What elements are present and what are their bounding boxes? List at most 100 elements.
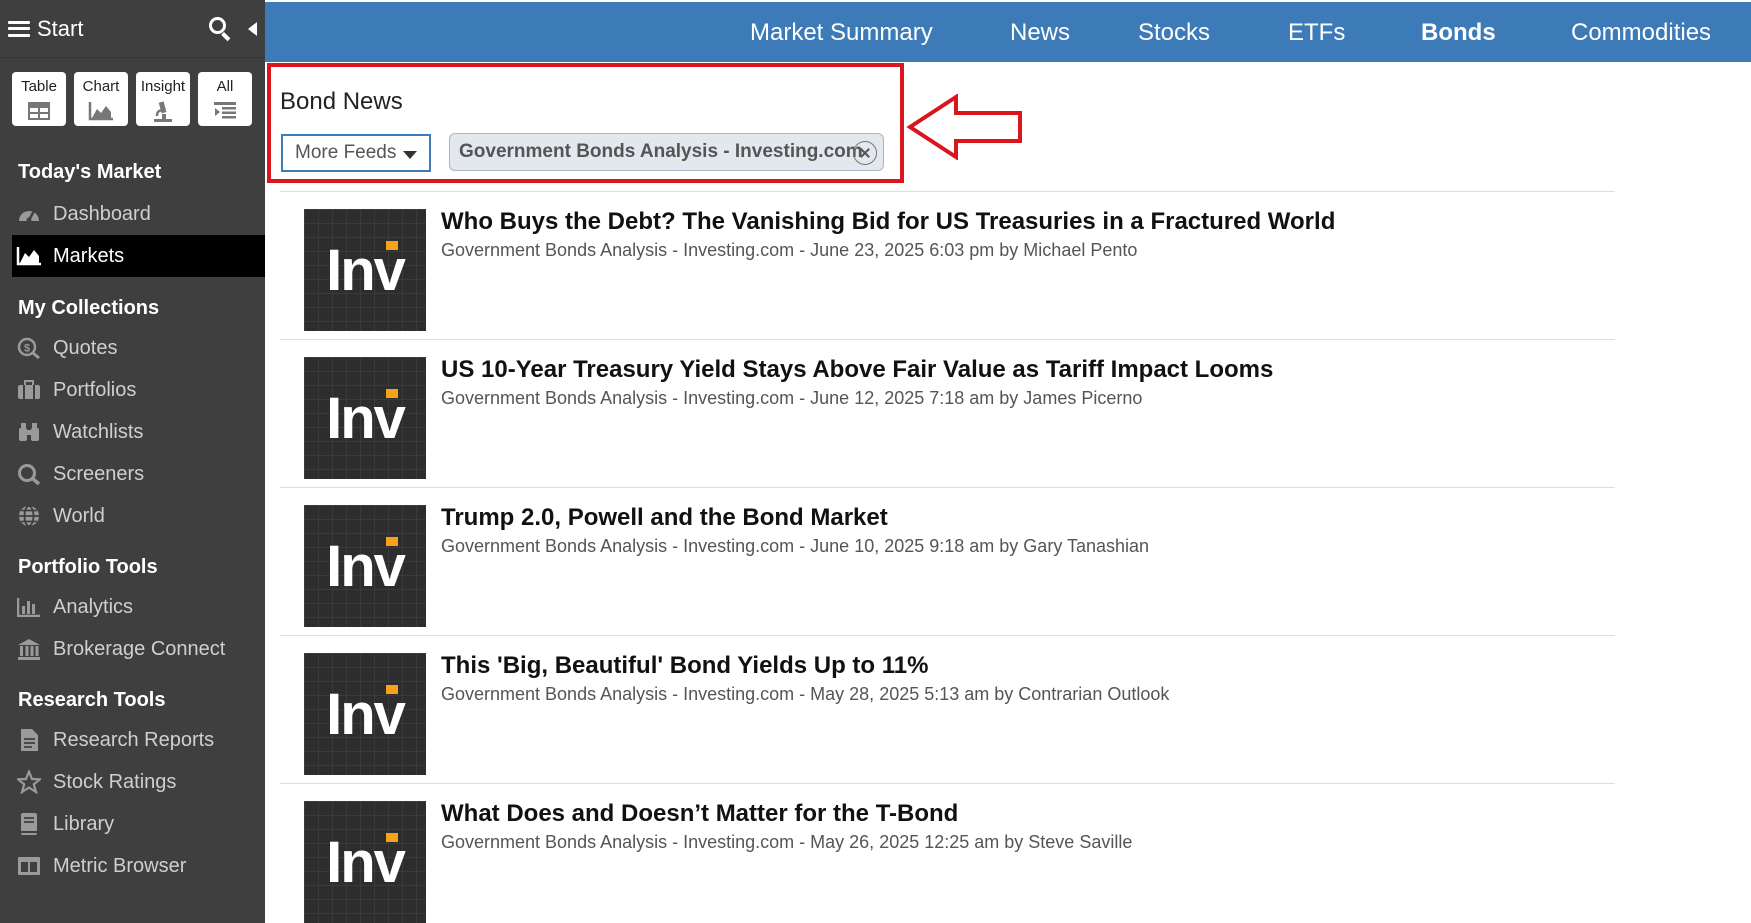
news-thumbnail[interactable]: Inv [304, 653, 426, 775]
chevron-down-icon [403, 151, 417, 159]
view-button-label: Insight [140, 78, 186, 95]
sidebar-item-metric-browser[interactable]: Metric Browser [0, 845, 265, 887]
sidebar-item-research-reports[interactable]: Research Reports [0, 719, 265, 761]
section-my-collections: My Collections [18, 297, 160, 319]
view-button-label: Table [21, 78, 57, 95]
view-button-label: Chart [82, 78, 120, 95]
investing-logo-icon: Inv [326, 385, 406, 452]
sidebar-item-screeners[interactable]: Screeners [0, 453, 265, 495]
top-navigation: Market Summary News Stocks ETFs Bonds Co… [265, 2, 1751, 62]
sidebar-item-label: World [53, 504, 105, 527]
news-item: Inv What Does and Doesn’t Matter for the… [280, 783, 1615, 923]
news-title-link[interactable]: US 10-Year Treasury Yield Stays Above Fa… [441, 356, 1273, 384]
nav-etfs[interactable]: ETFs [1288, 2, 1345, 62]
star-icon [16, 770, 42, 794]
list-icon [214, 102, 236, 119]
sidebar-item-label: Quotes [53, 336, 118, 359]
view-chart-button[interactable]: Chart [74, 72, 128, 126]
table-icon [28, 102, 50, 120]
nav-news[interactable]: News [1010, 2, 1070, 62]
sidebar-item-label: Screeners [53, 462, 145, 485]
sidebar-item-quotes[interactable]: $ Quotes [0, 327, 265, 369]
news-meta: Government Bonds Analysis - Investing.co… [441, 388, 1143, 408]
close-icon[interactable] [853, 141, 877, 165]
nav-stocks[interactable]: Stocks [1138, 2, 1210, 62]
dashboard-icon [16, 203, 42, 225]
investing-logo-icon: Inv [326, 829, 406, 896]
news-title-link[interactable]: This 'Big, Beautiful' Bond Yields Up to … [441, 652, 928, 680]
news-list: Inv Who Buys the Debt? The Vanishing Bid… [280, 191, 1615, 923]
view-table-button[interactable]: Table [12, 72, 66, 126]
news-title-link[interactable]: What Does and Doesn’t Matter for the T-B… [441, 800, 958, 828]
book-icon [16, 813, 42, 835]
sidebar-item-label: Watchlists [53, 420, 144, 443]
sidebar-item-world[interactable]: World [0, 495, 265, 537]
news-meta: Government Bonds Analysis - Investing.co… [441, 684, 1170, 704]
start-label[interactable]: Start [37, 16, 208, 42]
news-thumbnail[interactable]: Inv [304, 357, 426, 479]
collapse-sidebar-icon[interactable] [248, 21, 257, 36]
sidebar-item-label: Brokerage Connect [53, 637, 226, 660]
nav-bonds[interactable]: Bonds [1421, 2, 1496, 62]
sidebar-item-stock-ratings[interactable]: Stock Ratings [0, 761, 265, 803]
more-feeds-dropdown[interactable]: More Feeds [281, 134, 431, 172]
news-item: Inv US 10-Year Treasury Yield Stays Abov… [280, 339, 1615, 487]
nav-commodities[interactable]: Commodities [1571, 2, 1711, 62]
sidebar: Start Table Chart Insight All Today's Ma… [0, 0, 265, 923]
news-item: Inv Trump 2.0, Powell and the Bond Marke… [280, 487, 1615, 635]
sidebar-item-label: Portfolios [53, 378, 137, 401]
active-feed-chip: Government Bonds Analysis - Investing.co… [449, 133, 884, 171]
sidebar-item-label: Markets [53, 244, 125, 267]
news-title-link[interactable]: Trump 2.0, Powell and the Bond Market [441, 504, 888, 532]
section-todays-market: Today's Market [18, 161, 162, 183]
area-chart-icon [16, 245, 42, 267]
view-insight-button[interactable]: Insight [136, 72, 190, 126]
bar-chart-icon [16, 596, 42, 618]
sidebar-item-label: Metric Browser [53, 854, 187, 877]
news-thumbnail[interactable]: Inv [304, 505, 426, 627]
search-icon[interactable] [208, 16, 234, 42]
sidebar-item-analytics[interactable]: Analytics [0, 586, 265, 628]
bank-icon [16, 638, 42, 660]
logo-accent [385, 832, 398, 842]
sidebar-item-label: Dashboard [53, 202, 151, 225]
sidebar-item-brokerage-connect[interactable]: Brokerage Connect [0, 628, 265, 670]
feed-chip-label: Government Bonds Analysis - Investing.co… [459, 141, 863, 162]
view-all-button[interactable]: All [198, 72, 252, 126]
sidebar-item-dashboard[interactable]: Dashboard [0, 193, 265, 235]
news-thumbnail[interactable]: Inv [304, 801, 426, 923]
logo-accent [385, 240, 398, 250]
hamburger-menu-icon[interactable] [8, 20, 30, 37]
logo-accent [385, 684, 398, 694]
sidebar-item-library[interactable]: Library [0, 803, 265, 845]
sidebar-item-label: Analytics [53, 595, 134, 618]
view-button-label: All [216, 78, 234, 95]
investing-logo-icon: Inv [326, 237, 406, 304]
search-icon [16, 463, 42, 485]
binoculars-icon [16, 421, 42, 443]
sidebar-item-label: Research Reports [53, 728, 215, 751]
news-item: Inv Who Buys the Debt? The Vanishing Bid… [280, 191, 1615, 339]
globe-icon [16, 505, 42, 527]
view-mode-buttons: Table Chart Insight All [0, 58, 265, 126]
news-item: Inv This 'Big, Beautiful' Bond Yields Up… [280, 635, 1615, 783]
nav-market-summary[interactable]: Market Summary [750, 2, 933, 62]
sidebar-item-portfolios[interactable]: Portfolios [0, 369, 265, 411]
logo-accent [385, 388, 398, 398]
annotation-arrow-icon [906, 94, 1022, 160]
columns-icon [16, 855, 42, 877]
sidebar-item-markets[interactable]: Markets [12, 235, 265, 277]
more-feeds-label: More Feeds [295, 142, 397, 163]
news-thumbnail[interactable]: Inv [304, 209, 426, 331]
dollar-search-icon: $ [16, 337, 42, 359]
sidebar-header: Start [0, 0, 265, 58]
investing-logo-icon: Inv [326, 533, 406, 600]
briefcase-icon [16, 379, 42, 401]
news-title-link[interactable]: Who Buys the Debt? The Vanishing Bid for… [441, 208, 1335, 236]
section-portfolio-tools: Portfolio Tools [18, 556, 158, 578]
sidebar-item-label: Library [53, 812, 115, 835]
section-research-tools: Research Tools [18, 689, 166, 711]
svg-text:$: $ [24, 343, 30, 355]
page-title: Bond News [280, 88, 403, 115]
sidebar-item-watchlists[interactable]: Watchlists [0, 411, 265, 453]
